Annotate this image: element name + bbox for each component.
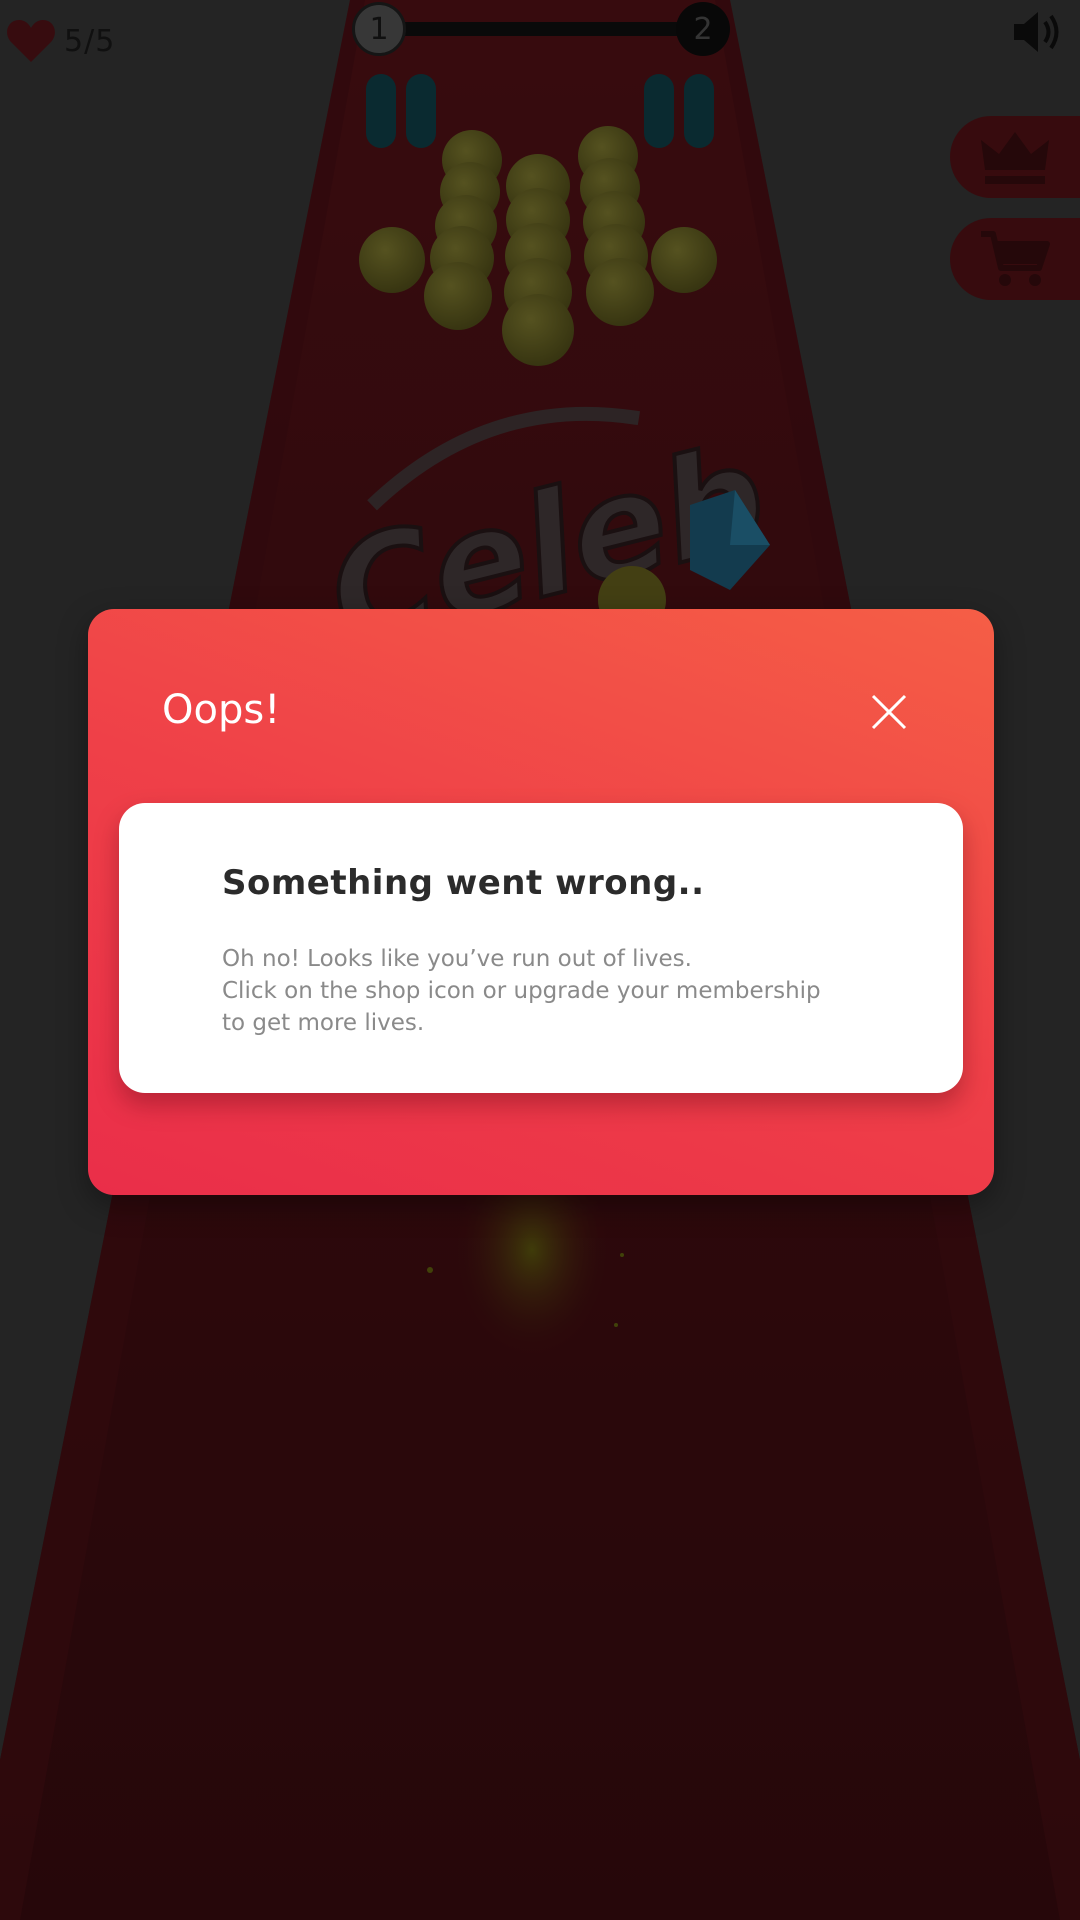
out-of-lives-dialog: Oops! Something went wrong.. Oh no! Look… — [88, 609, 994, 1195]
dialog-message-line: to get more lives. — [222, 1010, 425, 1036]
level-progress: 1 2 — [352, 2, 730, 56]
close-button[interactable] — [870, 693, 908, 731]
crown-icon — [981, 132, 1049, 184]
dialog-message-line: Click on the shop icon or upgrade your m… — [222, 978, 821, 1004]
gate-pill — [406, 74, 436, 148]
gate-pill — [366, 74, 396, 148]
current-level-badge: 1 — [352, 2, 406, 56]
heart-icon — [7, 20, 55, 62]
dialog-message-line: Oh no! Looks like you’ve run out of live… — [222, 946, 692, 972]
shop-button[interactable] — [950, 218, 1080, 300]
gate-pill — [684, 74, 714, 148]
membership-button[interactable] — [950, 116, 1080, 198]
cart-icon — [981, 231, 1050, 286]
next-level-badge: 2 — [676, 2, 730, 56]
sound-button[interactable] — [1012, 8, 1066, 56]
dialog-heading: Something went wrong.. — [222, 863, 705, 903]
dialog-message: Oh no! Looks like you’ve run out of live… — [222, 943, 922, 1039]
gate-pill — [644, 74, 674, 148]
dialog-message-card: Something went wrong.. Oh no! Looks like… — [119, 803, 963, 1093]
lives-counter: 5/5 — [6, 18, 115, 64]
speaker-icon — [1014, 12, 1059, 52]
dialog-title: Oops! — [162, 687, 281, 733]
level-progress-bar — [376, 22, 706, 36]
lives-text: 5/5 — [64, 23, 116, 59]
close-icon — [871, 694, 907, 730]
